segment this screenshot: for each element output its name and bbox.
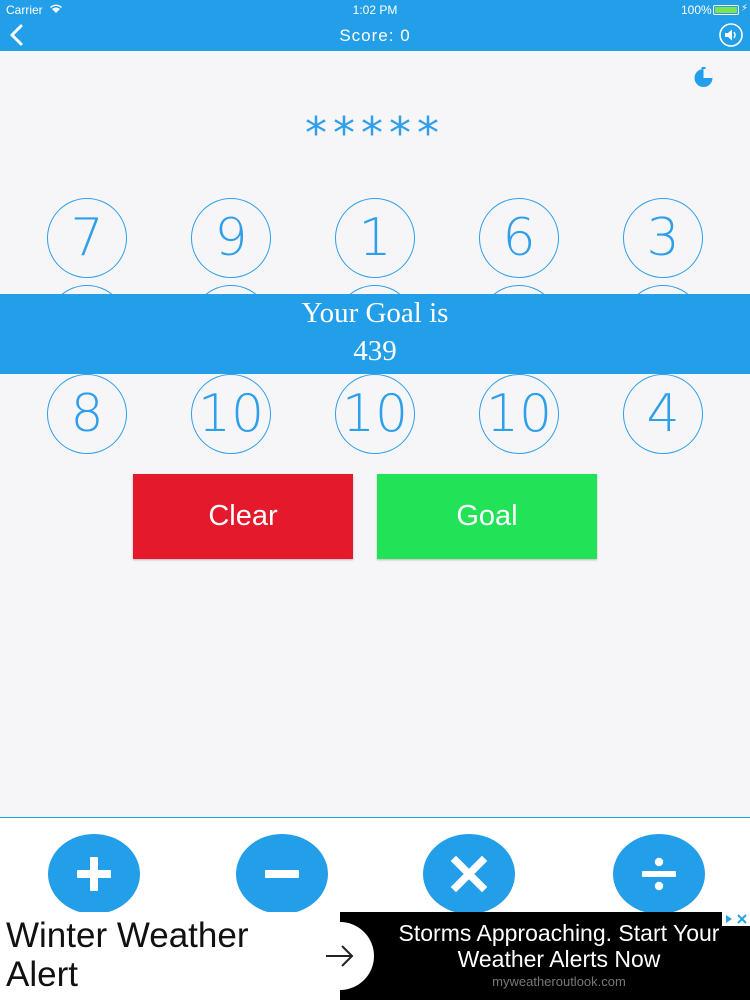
speaker-icon[interactable] — [718, 22, 744, 48]
multiply-icon — [450, 855, 488, 893]
ad-banner[interactable]: Winter Weather Alert Storms Approaching.… — [0, 912, 750, 1000]
number-tile[interactable]: 10 — [479, 374, 559, 454]
adchoices-icon[interactable] — [722, 912, 750, 926]
plus-button[interactable] — [48, 834, 140, 914]
ad-arrow-button[interactable] — [306, 922, 374, 990]
number-tile[interactable]: 1 — [335, 198, 415, 278]
ad-headline[interactable]: Winter Weather Alert — [6, 916, 306, 994]
operator-bar — [0, 817, 750, 914]
battery-icon — [713, 5, 739, 15]
divide-button[interactable] — [613, 834, 705, 914]
goal-button[interactable]: Goal — [377, 474, 597, 559]
number-tile[interactable]: 10 — [335, 374, 415, 454]
battery-percent: 100% — [681, 3, 712, 17]
number-tile[interactable]: 4 — [623, 374, 703, 454]
timer-icon — [694, 67, 713, 87]
number-tile[interactable]: 3 — [623, 198, 703, 278]
arrow-right-icon — [326, 945, 354, 967]
status-time: 1:02 PM — [352, 3, 398, 17]
score-display: Score: 0 — [339, 26, 411, 45]
status-bar: Carrier 1:02 PM 100% ⚡ — [0, 0, 750, 20]
plus-icon — [77, 857, 111, 891]
charging-icon: ⚡ — [741, 3, 749, 14]
goal-label: Your Goal is — [301, 297, 449, 329]
ad-body[interactable]: Storms Approaching. Start Your Weather A… — [382, 920, 736, 972]
multiply-button[interactable] — [423, 834, 515, 914]
hidden-answer: ***** — [305, 108, 445, 159]
number-tile[interactable]: 7 — [47, 198, 127, 278]
ad-domain: myweatheroutlook.com — [492, 974, 626, 989]
minus-icon — [265, 870, 299, 878]
number-tile[interactable]: 10 — [191, 374, 271, 454]
goal-banner: Your Goal is 439 — [0, 294, 750, 374]
clear-button[interactable]: Clear — [133, 474, 353, 559]
divide-icon — [642, 857, 676, 891]
number-tile[interactable]: 8 — [47, 374, 127, 454]
number-tile[interactable]: 6 — [479, 198, 559, 278]
number-tile[interactable]: 9 — [191, 198, 271, 278]
nav-bar: Score: 0 — [0, 20, 750, 51]
minus-button[interactable] — [236, 834, 328, 914]
goal-value: 439 — [353, 335, 397, 367]
